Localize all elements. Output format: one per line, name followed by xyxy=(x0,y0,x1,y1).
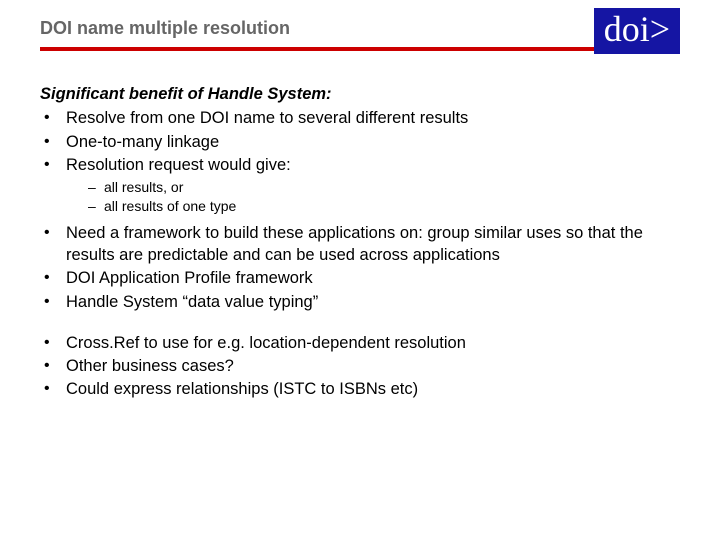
list-item-text: DOI Application Profile framework xyxy=(66,269,313,287)
intro-text: Significant benefit of Handle System: xyxy=(40,83,664,105)
sub-list-item: all results, or xyxy=(88,178,664,197)
sub-list-item: all results of one type xyxy=(88,197,664,216)
list-item: Need a framework to build these applicat… xyxy=(40,222,664,267)
sub-list-item-text: all results, or xyxy=(104,179,183,195)
list-item: One-to-many linkage xyxy=(40,131,664,153)
list-item-text: One-to-many linkage xyxy=(66,133,219,151)
content-area: Significant benefit of Handle System: Re… xyxy=(0,51,720,401)
list-item: Handle System “data value typing” xyxy=(40,291,664,313)
list-item-text: Handle System “data value typing” xyxy=(66,293,318,311)
list-item: Cross.Ref to use for e.g. location-depen… xyxy=(40,332,664,354)
page-title: DOI name multiple resolution xyxy=(40,18,680,47)
list-item: Could express relationships (ISTC to ISB… xyxy=(40,378,664,400)
bullet-group-3: Cross.Ref to use for e.g. location-depen… xyxy=(40,332,664,401)
header: DOI name multiple resolution doi> xyxy=(0,0,720,51)
list-item-text: Resolution request would give: xyxy=(66,156,291,174)
sub-list: all results, or all results of one type xyxy=(66,178,664,216)
list-item: Other business cases? xyxy=(40,355,664,377)
bullet-group-1: Resolve from one DOI name to several dif… xyxy=(40,107,664,216)
list-item-text: Cross.Ref to use for e.g. location-depen… xyxy=(66,334,466,352)
list-item: DOI Application Profile framework xyxy=(40,267,664,289)
list-item-text: Resolve from one DOI name to several dif… xyxy=(66,109,468,127)
list-item-text: Other business cases? xyxy=(66,357,234,375)
list-item: Resolution request would give: all resul… xyxy=(40,154,664,216)
list-item-text: Need a framework to build these applicat… xyxy=(66,224,643,264)
bullet-group-2: Need a framework to build these applicat… xyxy=(40,222,664,313)
list-item: Resolve from one DOI name to several dif… xyxy=(40,107,664,129)
header-rule xyxy=(40,47,680,51)
doi-logo: doi> xyxy=(594,8,680,54)
list-item-text: Could express relationships (ISTC to ISB… xyxy=(66,380,418,398)
sub-list-item-text: all results of one type xyxy=(104,198,236,214)
